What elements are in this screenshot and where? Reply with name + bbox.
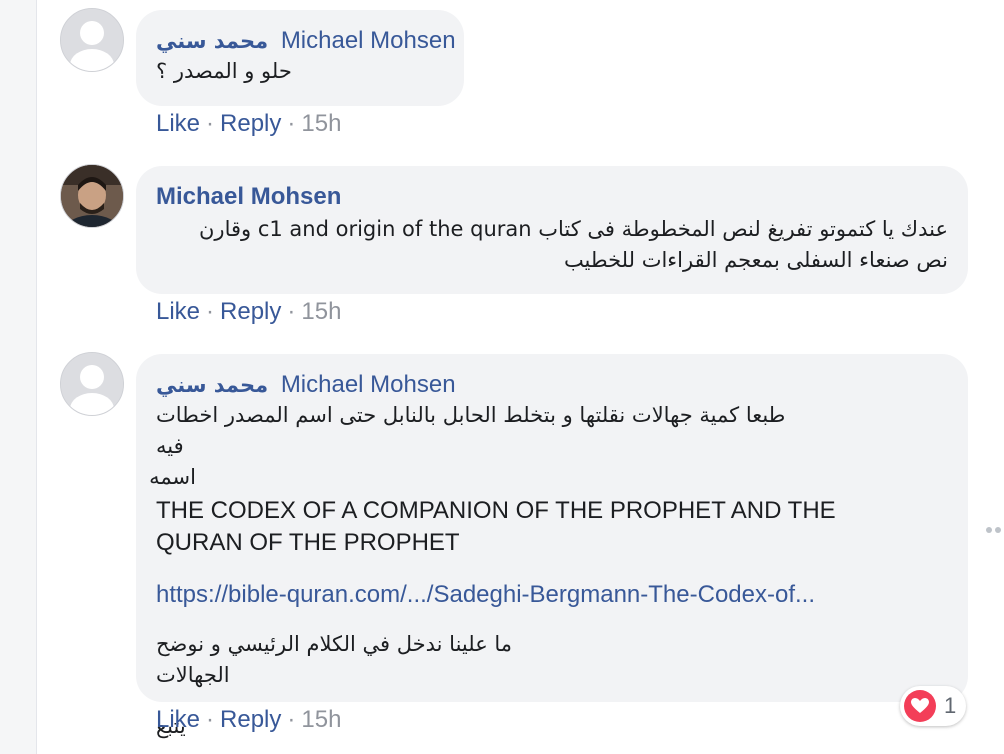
heart-icon: [904, 690, 936, 722]
comment-actions: Like · Reply · 15h: [156, 298, 341, 326]
separator-dot: ·: [287, 110, 296, 137]
separator-dot: ·: [206, 706, 215, 733]
comment-text-line: اسمه: [149, 465, 196, 489]
comment-text-line: عندك يا كتموتو تفريغ لنص المخطوطة فى كتا…: [199, 217, 948, 241]
separator-dot: ·: [287, 706, 296, 733]
reply-link[interactable]: Reply: [220, 706, 281, 733]
comment-text-line: QURAN OF THE PROPHET: [156, 529, 460, 556]
reaction-summary[interactable]: 1: [900, 686, 966, 726]
comment-actions: Like · Reply · 15h: [156, 110, 341, 138]
timestamp[interactable]: 15h: [301, 110, 341, 137]
separator-dot: ·: [206, 110, 215, 137]
comment-text-line: طبعا كمية جهالات نقلتها و بتخلط الحابل ب…: [156, 403, 786, 458]
person-silhouette-icon: [61, 353, 123, 415]
comment-bubble: محمد سني Michael Mohsen حلو و المصدر ؟: [136, 10, 464, 106]
person-silhouette-icon: [61, 9, 123, 71]
comment-text: حلو و المصدر ؟: [156, 59, 292, 83]
comment-bubble: محمد سني Michael Mohsen طبعا كمية جهالات…: [136, 354, 968, 738]
left-rail: [0, 0, 37, 754]
author-name[interactable]: محمد سني: [156, 29, 268, 53]
default-avatar[interactable]: [60, 8, 124, 72]
like-link[interactable]: Like: [156, 298, 200, 325]
comment-text-line: THE CODEX OF A COMPANION OF THE PROPHET …: [156, 497, 836, 524]
profile-photo-icon: [61, 165, 123, 227]
separator-dot: ·: [287, 298, 296, 325]
comment-text-line: ما علينا ندخل في الكلام الرئيسي و نوضح ا…: [156, 632, 513, 687]
tagged-user[interactable]: Michael Mohsen: [281, 27, 456, 54]
comment-text-line: نص صنعاء السفلى بمعجم القراءات للخطيب: [563, 248, 948, 272]
author-name[interactable]: Michael Mohsen: [156, 183, 341, 210]
default-avatar[interactable]: [60, 352, 124, 416]
source-link[interactable]: https://bible-quran.com/.../Sadeghi-Berg…: [156, 579, 948, 611]
more-options-icon[interactable]: [986, 520, 1004, 533]
separator-dot: ·: [206, 298, 215, 325]
timestamp[interactable]: 15h: [301, 298, 341, 325]
reaction-count: 1: [944, 693, 957, 718]
like-link[interactable]: Like: [156, 706, 200, 733]
tagged-user[interactable]: Michael Mohsen: [281, 371, 456, 398]
author-name[interactable]: محمد سني: [156, 373, 268, 397]
reply-link[interactable]: Reply: [220, 298, 281, 325]
user-avatar[interactable]: [60, 164, 124, 228]
comment-actions: Like · Reply · 15h: [156, 706, 341, 734]
timestamp[interactable]: 15h: [301, 706, 341, 733]
like-link[interactable]: Like: [156, 110, 200, 137]
reply-link[interactable]: Reply: [220, 110, 281, 137]
comment-bubble: Michael Mohsen عندك يا كتموتو تفريغ لنص …: [136, 166, 968, 294]
